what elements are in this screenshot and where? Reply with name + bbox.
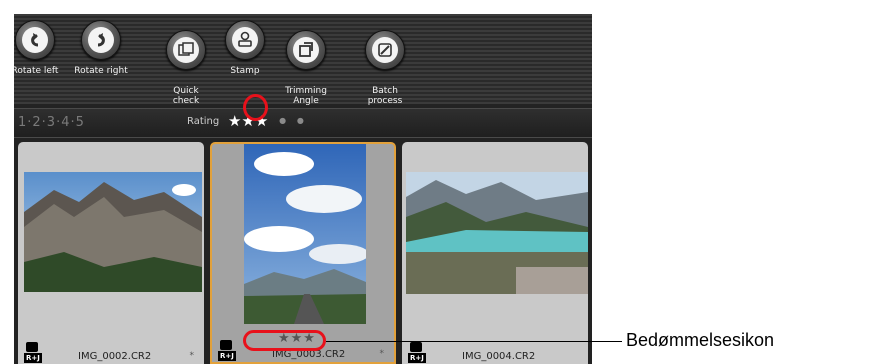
- edited-mark: *: [379, 349, 385, 359]
- stamp-button[interactable]: Stamp: [210, 20, 280, 76]
- thumbnail-filename: IMG_0002.CR2: [78, 351, 152, 362]
- rotate-left-icon: [31, 33, 39, 47]
- rating-highlight-circle: [243, 94, 268, 121]
- batch-process-button[interactable]: Batch process: [350, 20, 420, 116]
- raw-jpeg-badge: R+J: [24, 353, 42, 363]
- rating-dot-5[interactable]: ●: [297, 116, 304, 125]
- callout-line: [326, 341, 622, 342]
- trimming-angle-icon: [299, 42, 313, 57]
- raw-jpeg-badge: R+J: [218, 351, 236, 361]
- trimming-angle-label: Trimming Angle: [285, 86, 327, 106]
- batch-process-icon: [378, 43, 392, 57]
- batch-process-label: Batch process: [367, 86, 403, 106]
- rating-bar: 1·2·3·4·5 Rating ★★★ ● ●: [14, 108, 592, 138]
- rating-label: Rating: [187, 116, 220, 127]
- thumbnail-image: [24, 172, 202, 292]
- viewer-window: Rotate left Rotate right Quick check Sta…: [14, 14, 592, 364]
- rotate-right-button[interactable]: Rotate right: [66, 20, 136, 76]
- thumbnail-card[interactable]: R+J IMG_0004.CR2: [402, 142, 588, 364]
- thumbnail-image: [406, 172, 588, 294]
- camera-icon: [220, 340, 232, 350]
- camera-icon: [410, 342, 422, 352]
- rating-numbers[interactable]: 1·2·3·4·5: [18, 115, 85, 130]
- thumbnail-filename: IMG_0004.CR2: [462, 351, 536, 362]
- trimming-angle-button[interactable]: Trimming Angle: [271, 20, 341, 116]
- camera-icon: [26, 342, 38, 352]
- rating-dot-4[interactable]: ●: [279, 116, 286, 125]
- thumbnail-rating-highlight: [243, 330, 326, 351]
- thumbnail-card[interactable]: R+J IMG_0002.CR2 *: [18, 142, 204, 364]
- rotate-left-button[interactable]: Rotate left: [14, 20, 70, 76]
- quick-check-label: Quick check: [172, 86, 200, 106]
- raw-jpeg-badge: R+J: [408, 353, 426, 363]
- toolbar: Rotate left Rotate right Quick check Sta…: [14, 14, 592, 106]
- rotate-right-label: Rotate right: [74, 66, 128, 76]
- edited-mark: *: [189, 351, 195, 361]
- thumbnail-footer: R+J IMG_0002.CR2 *: [18, 336, 204, 364]
- quick-check-icon: [178, 42, 194, 56]
- stamp-icon: [238, 31, 252, 47]
- thumbnail-image: [244, 144, 366, 324]
- rotate-left-label: Rotate left: [14, 66, 59, 76]
- stamp-label: Stamp: [230, 66, 260, 76]
- rotate-right-icon: [97, 33, 105, 47]
- callout-label: Bedømmelsesikon: [626, 330, 775, 350]
